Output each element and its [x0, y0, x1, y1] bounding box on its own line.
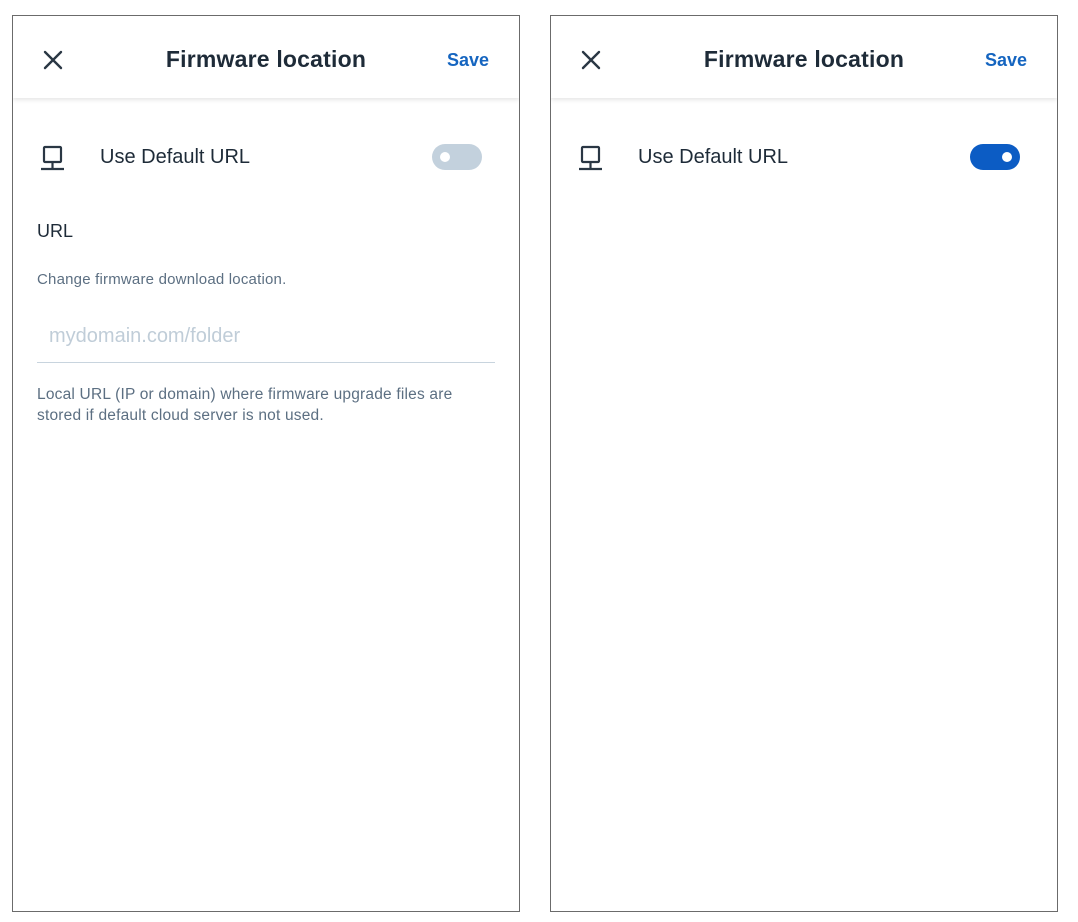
page-title: Firmware location: [165, 46, 367, 72]
page-title: Firmware location: [703, 46, 905, 72]
use-default-url-toggle[interactable]: [432, 144, 482, 170]
use-default-url-row: Use Default URL: [551, 140, 1057, 180]
computer-icon: [41, 145, 64, 171]
save-button[interactable]: Save: [985, 50, 1027, 71]
save-button[interactable]: Save: [447, 50, 489, 71]
firmware-location-screen-default-on: Firmware location Save Use Default URL: [550, 15, 1058, 912]
app-header: Firmware location Save: [551, 16, 1057, 98]
firmware-url-input[interactable]: [37, 311, 495, 363]
url-section-heading: URL: [37, 221, 74, 241]
url-section-description: Change firmware download location.: [37, 271, 287, 288]
use-default-url-toggle[interactable]: [970, 144, 1020, 170]
use-default-url-label: Use Default URL: [638, 146, 789, 168]
use-default-url-label: Use Default URL: [100, 146, 251, 168]
app-header: Firmware location Save: [13, 16, 519, 98]
url-help-text: Local URL (IP or domain) where firmware …: [37, 386, 453, 424]
computer-icon: [579, 145, 602, 171]
firmware-location-screen-default-off: Firmware location Save Use Default URL U…: [12, 15, 520, 912]
toggle-knob: [440, 152, 450, 162]
toggle-knob: [1002, 152, 1012, 162]
use-default-url-row: Use Default URL: [13, 140, 519, 180]
